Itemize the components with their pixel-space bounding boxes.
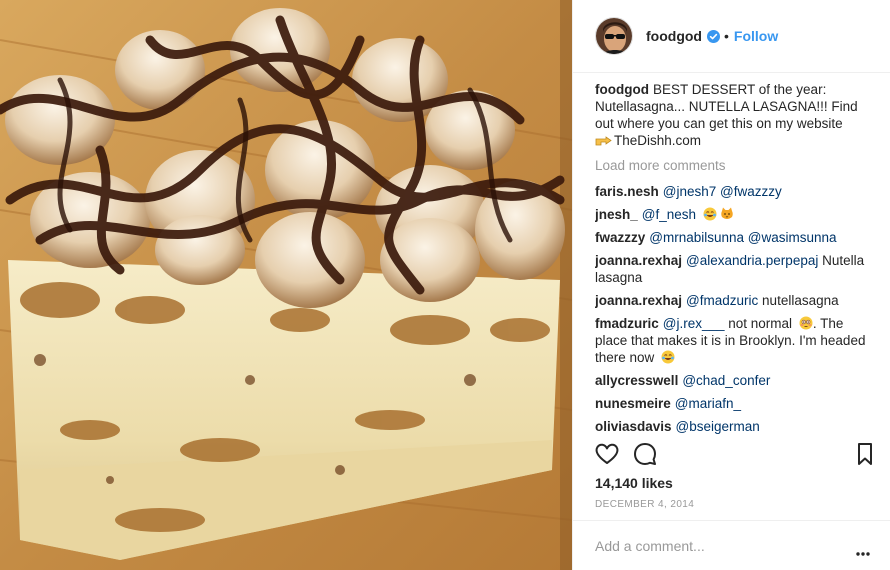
comment-item: allycresswell @chad_confer (595, 372, 877, 389)
comment-username[interactable]: fwazzzy (595, 230, 645, 245)
comment-item: joanna.rexhaj @fmadzuric nutellasagna (595, 292, 877, 309)
crying-laughing-emoji (661, 350, 675, 364)
caption-username[interactable]: foodgod (595, 82, 649, 97)
comment-mentions[interactable]: @j.rex___ (663, 316, 725, 331)
comment-username[interactable]: nunesmeire (595, 396, 671, 411)
like-count[interactable]: 14,140 likes (595, 475, 673, 491)
post-actions (593, 440, 873, 468)
bookmark-icon[interactable] (851, 440, 879, 468)
post-photo[interactable] (0, 0, 572, 570)
comment-mentions[interactable]: @fmadzuric (686, 293, 758, 308)
comment-item: fmadzuric @j.rex___ not normal . The plac… (595, 315, 877, 366)
post-caption: foodgod BEST DESSERT of the year: Nutella… (595, 81, 877, 149)
post-details-panel: foodgod • Follow foodgod BEST DESSERT of … (572, 0, 890, 570)
add-comment-input[interactable] (595, 536, 835, 556)
comment-mentions[interactable]: @bseigerman (676, 419, 760, 434)
comment-username[interactable]: joanna.rexhaj (595, 253, 682, 268)
comment-username[interactable]: oliviasdavis (595, 419, 672, 434)
pointing-right-emoji (595, 133, 612, 146)
comment-username[interactable]: fmadzuric (595, 316, 659, 331)
load-more-comments-button[interactable]: Load more comments (595, 157, 877, 174)
comment-text: not normal (728, 316, 793, 331)
comment-item: nunesmeire @mariafn_ (595, 395, 877, 412)
dessert-photo-illustration (0, 0, 572, 570)
comment-bubble-icon[interactable] (631, 440, 659, 468)
comment-mentions[interactable]: @chad_confer (682, 373, 770, 388)
post-date[interactable]: DECEMBER 4, 2014 (595, 499, 694, 510)
comment-item: joanna.rexhaj @alexandria.perpepaj Nutell… (595, 252, 877, 286)
header-separator: • (723, 28, 729, 44)
comment-text: nutellasagna (762, 293, 839, 308)
cat-emoji (720, 207, 734, 221)
comment-item: fwazzzy @mrnabilsunna @wasimsunna (595, 229, 877, 246)
follow-button[interactable]: Follow (734, 28, 778, 44)
flushed-emoji (799, 316, 813, 330)
comment-username[interactable]: jnesh_ (595, 207, 638, 222)
comments-list[interactable]: foodgod BEST DESSERT of the year: Nutella… (595, 81, 877, 434)
comment-item: jnesh_ @f_nesh (595, 206, 877, 223)
comment-username[interactable]: allycresswell (595, 373, 678, 388)
comment-username[interactable]: faris.nesh (595, 184, 659, 199)
header-username[interactable]: foodgod (646, 28, 702, 44)
comment-mentions[interactable]: @f_nesh (642, 207, 696, 222)
heart-icon[interactable] (593, 440, 621, 468)
verified-badge-icon (706, 29, 720, 43)
post-header: foodgod • Follow (573, 0, 890, 73)
comment-item: oliviasdavis @bseigerman (595, 418, 877, 434)
avatar-image (596, 18, 632, 54)
caption-link[interactable]: TheDishh.com (614, 133, 701, 148)
comment-mentions[interactable]: @alexandria.perpepaj (686, 253, 818, 268)
comment-mentions[interactable]: @mariafn_ (675, 396, 741, 411)
comment-username[interactable]: joanna.rexhaj (595, 293, 682, 308)
crying-laughing-emoji (703, 207, 717, 221)
more-options-icon[interactable] (856, 543, 870, 556)
comment-mentions[interactable]: @mrnabilsunna @wasimsunna (649, 230, 836, 245)
comment-item: faris.nesh @jnesh7 @fwazzzy (595, 183, 877, 200)
add-comment-bar (573, 520, 890, 570)
avatar[interactable] (595, 17, 633, 55)
comment-mentions[interactable]: @jnesh7 @fwazzzy (663, 184, 782, 199)
instagram-post: foodgod • Follow foodgod BEST DESSERT of … (0, 0, 890, 570)
